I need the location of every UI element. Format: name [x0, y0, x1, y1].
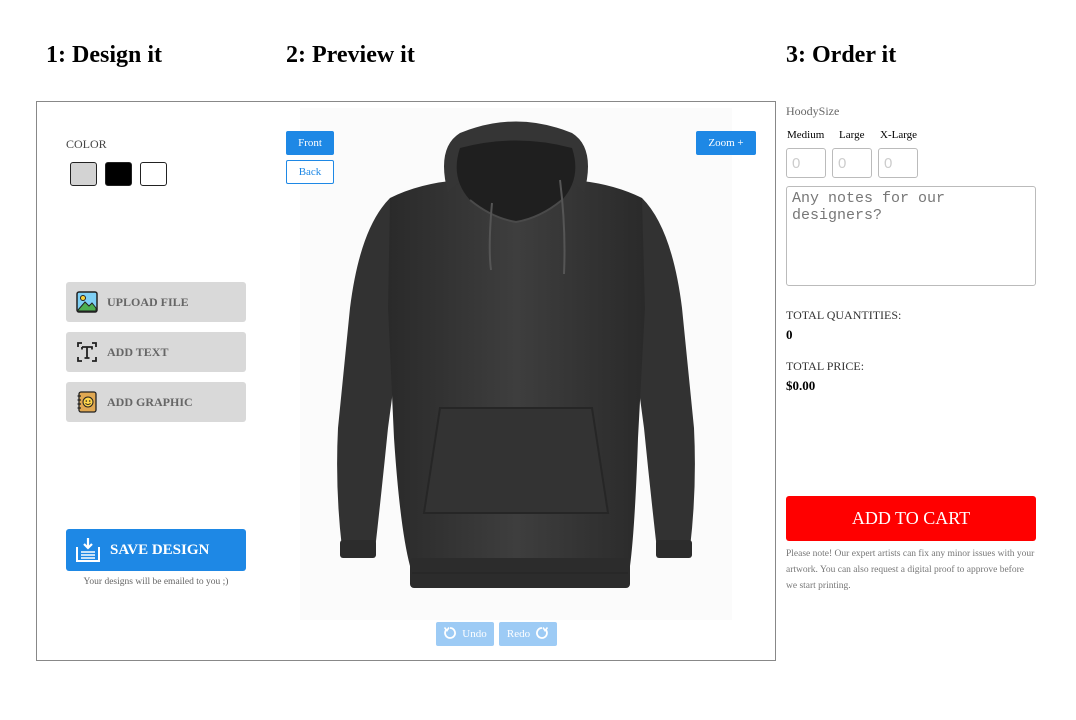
zoom-in-button[interactable]: Zoom +: [696, 131, 756, 155]
step-1-heading: 1: Design it: [46, 42, 162, 68]
product-preview-canvas[interactable]: [300, 108, 732, 620]
color-swatch-light-gray[interactable]: [70, 162, 97, 186]
save-design-note: Your designs will be emailed to you ;): [83, 577, 229, 587]
designer-notes-textarea[interactable]: [786, 186, 1036, 286]
redo-button[interactable]: Redo: [499, 622, 557, 646]
smiley-notebook-icon: [75, 390, 99, 414]
color-swatch-black[interactable]: [105, 162, 132, 186]
front-view-button[interactable]: Front: [286, 131, 334, 155]
artwork-disclaimer: Please note! Our expert artists can fix …: [786, 549, 1035, 591]
hoodie-image: [337, 121, 695, 588]
save-design-button[interactable]: SAVE DESIGN: [66, 529, 246, 571]
undo-button[interactable]: Undo: [436, 622, 494, 646]
redo-icon: [535, 626, 549, 643]
quantity-input-medium[interactable]: [786, 148, 826, 178]
quantity-input-large[interactable]: [832, 148, 872, 178]
image-icon: [75, 290, 99, 314]
size-label-x-large: X-Large: [880, 129, 918, 141]
undo-label: Undo: [462, 628, 487, 640]
step-2-heading: 2: Preview it: [286, 42, 415, 68]
redo-label: Redo: [506, 628, 531, 640]
add-graphic-label: ADD GRAPHIC: [107, 394, 193, 409]
size-label-large: Large: [839, 129, 865, 141]
color-label: COLOR: [66, 137, 107, 151]
size-label-medium: Medium: [787, 129, 825, 141]
total-quantities-value: 0: [786, 327, 793, 342]
total-price-label: TOTAL PRICE:: [786, 359, 865, 373]
add-text-label: ADD TEXT: [107, 344, 169, 359]
download-icon: [75, 537, 101, 563]
text-icon: [75, 340, 99, 364]
save-design-label: SAVE DESIGN: [110, 541, 210, 558]
color-swatch-white[interactable]: [140, 162, 167, 186]
add-text-button[interactable]: ADD TEXT: [66, 332, 246, 372]
add-graphic-button[interactable]: ADD GRAPHIC: [66, 382, 246, 422]
undo-icon: [443, 626, 457, 643]
add-to-cart-button[interactable]: ADD TO CART: [786, 496, 1036, 541]
upload-file-button[interactable]: UPLOAD FILE: [66, 282, 246, 322]
back-view-button[interactable]: Back: [286, 160, 334, 184]
hoody-size-title: HoodySize: [786, 104, 840, 118]
total-price-value: $0.00: [786, 378, 816, 393]
total-quantities-label: TOTAL QUANTITIES:: [786, 308, 902, 322]
step-3-heading: 3: Order it: [786, 42, 897, 68]
quantity-input-x-large[interactable]: [878, 148, 918, 178]
upload-file-label: UPLOAD FILE: [107, 294, 189, 309]
